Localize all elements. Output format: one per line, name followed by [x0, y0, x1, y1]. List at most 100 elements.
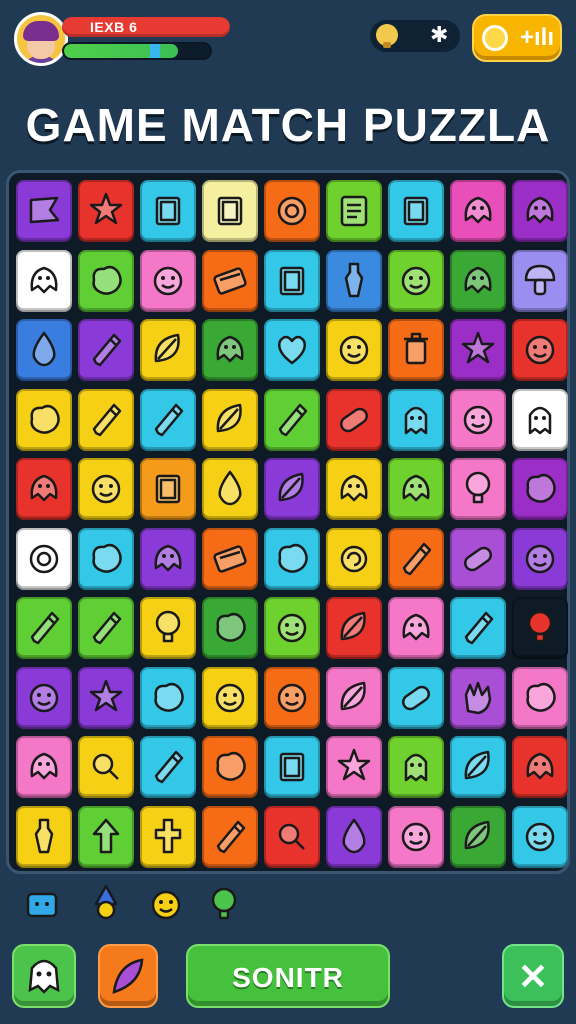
tile-face[interactable] — [202, 666, 258, 729]
tile-pencil[interactable] — [388, 527, 444, 590]
tile-star[interactable] — [78, 666, 134, 729]
tile-ghost[interactable] — [512, 388, 568, 451]
tile-creature[interactable] — [140, 527, 196, 590]
tile-creature[interactable] — [16, 249, 72, 312]
tile-face[interactable] — [16, 666, 72, 729]
tile-note[interactable] — [326, 180, 382, 242]
tile-pencil[interactable] — [140, 388, 196, 451]
tile-leaf[interactable] — [202, 388, 258, 451]
coin-shop-button[interactable]: +ılı — [472, 14, 562, 62]
tile-face[interactable] — [388, 805, 444, 868]
tile-blob[interactable] — [78, 527, 134, 590]
tile-blob[interactable] — [512, 458, 568, 520]
tile-pill[interactable] — [388, 666, 444, 729]
tile-pencil[interactable] — [264, 388, 320, 451]
tile-creature[interactable] — [16, 458, 72, 520]
tile-leaf[interactable] — [450, 736, 506, 798]
tile-blob[interactable] — [202, 597, 258, 659]
tile-hand[interactable] — [450, 666, 506, 729]
tile-star[interactable] — [450, 319, 506, 381]
tile-face[interactable] — [264, 597, 320, 659]
tile-pencil[interactable] — [450, 597, 506, 659]
tile-creature[interactable] — [512, 736, 568, 798]
tile-star[interactable] — [78, 180, 134, 242]
tile-blob[interactable] — [264, 527, 320, 590]
tile-creature[interactable] — [388, 458, 444, 520]
tile-box[interactable] — [264, 736, 320, 798]
tile-leaf[interactable] — [326, 597, 382, 659]
tile-blob[interactable] — [202, 736, 258, 798]
submit-button[interactable]: SONITR — [186, 944, 390, 1008]
tile-face[interactable] — [388, 249, 444, 312]
tile-box[interactable] — [140, 458, 196, 520]
tile-pill[interactable] — [326, 388, 382, 451]
tile-pencil[interactable] — [78, 319, 134, 381]
tile-face[interactable] — [78, 458, 134, 520]
tile-face[interactable] — [512, 527, 568, 590]
tile-ghost[interactable] — [388, 388, 444, 451]
tile-face[interactable] — [512, 805, 568, 868]
tile-face[interactable] — [264, 666, 320, 729]
tile-leaf[interactable] — [450, 805, 506, 868]
tile-bottle[interactable] — [16, 805, 72, 868]
tile-leaf[interactable] — [140, 319, 196, 381]
tile-search[interactable] — [264, 805, 320, 868]
tile-face[interactable] — [450, 388, 506, 451]
booster-button[interactable] — [98, 944, 158, 1008]
tile-pencil[interactable] — [78, 597, 134, 659]
tile-box[interactable] — [388, 180, 444, 242]
tile-face[interactable] — [326, 319, 382, 381]
blob-icon — [92, 543, 122, 573]
tile-circle[interactable] — [264, 180, 320, 242]
tile-creature[interactable] — [450, 180, 506, 242]
tile-creature[interactable] — [450, 249, 506, 312]
tile-keyboard[interactable] — [202, 249, 258, 312]
tile-creature[interactable] — [202, 319, 258, 381]
tile-keyboard[interactable] — [202, 527, 258, 590]
gear-icon[interactable]: ✱ — [430, 24, 448, 46]
tile-box[interactable] — [264, 249, 320, 312]
close-button[interactable]: ✕ — [502, 944, 564, 1008]
tile-drop[interactable] — [326, 805, 382, 868]
tile-refresh[interactable] — [326, 527, 382, 590]
tile-blob[interactable] — [140, 666, 196, 729]
tile-ghost[interactable] — [388, 736, 444, 798]
player-avatar[interactable] — [14, 12, 68, 66]
tile-face[interactable] — [140, 249, 196, 312]
tile-cross[interactable] — [140, 805, 196, 868]
tile-box[interactable] — [140, 180, 196, 242]
tile-blob[interactable] — [512, 666, 568, 729]
tile-flag[interactable] — [16, 180, 72, 242]
tile-creature[interactable] — [326, 458, 382, 520]
tile-bulb[interactable] — [450, 458, 506, 520]
tile-drop[interactable] — [202, 458, 258, 520]
tile-bulb[interactable] — [512, 597, 568, 659]
tile-face[interactable] — [512, 319, 568, 381]
tile-bottle[interactable] — [326, 249, 382, 312]
tile-bin[interactable] — [388, 319, 444, 381]
tile-blob[interactable] — [78, 249, 134, 312]
tile-box[interactable] — [202, 180, 258, 242]
tile-heart[interactable] — [264, 319, 320, 381]
creature-icon — [402, 474, 430, 502]
hint-button[interactable] — [12, 944, 76, 1008]
tile-leaf[interactable] — [326, 666, 382, 729]
tile-creature[interactable] — [512, 180, 568, 242]
tile-star[interactable] — [326, 736, 382, 798]
tile-creature[interactable] — [388, 597, 444, 659]
tile-arrow[interactable] — [78, 805, 134, 868]
tile-drop[interactable] — [16, 319, 72, 381]
tile-pencil[interactable] — [140, 736, 196, 798]
tile-bulb[interactable] — [140, 597, 196, 659]
tile-pencil[interactable] — [16, 597, 72, 659]
tile-mushroom[interactable] — [512, 249, 568, 312]
tile-pencil[interactable] — [202, 805, 258, 868]
tile-pencil[interactable] — [78, 388, 134, 451]
tile-pill[interactable] — [450, 527, 506, 590]
hint-counter[interactable]: ✱ — [370, 20, 460, 52]
tile-leaf[interactable] — [264, 458, 320, 520]
tile-blob[interactable] — [16, 388, 72, 451]
tile-search[interactable] — [78, 736, 134, 798]
tile-circle[interactable] — [16, 527, 72, 590]
tile-creature[interactable] — [16, 736, 72, 798]
